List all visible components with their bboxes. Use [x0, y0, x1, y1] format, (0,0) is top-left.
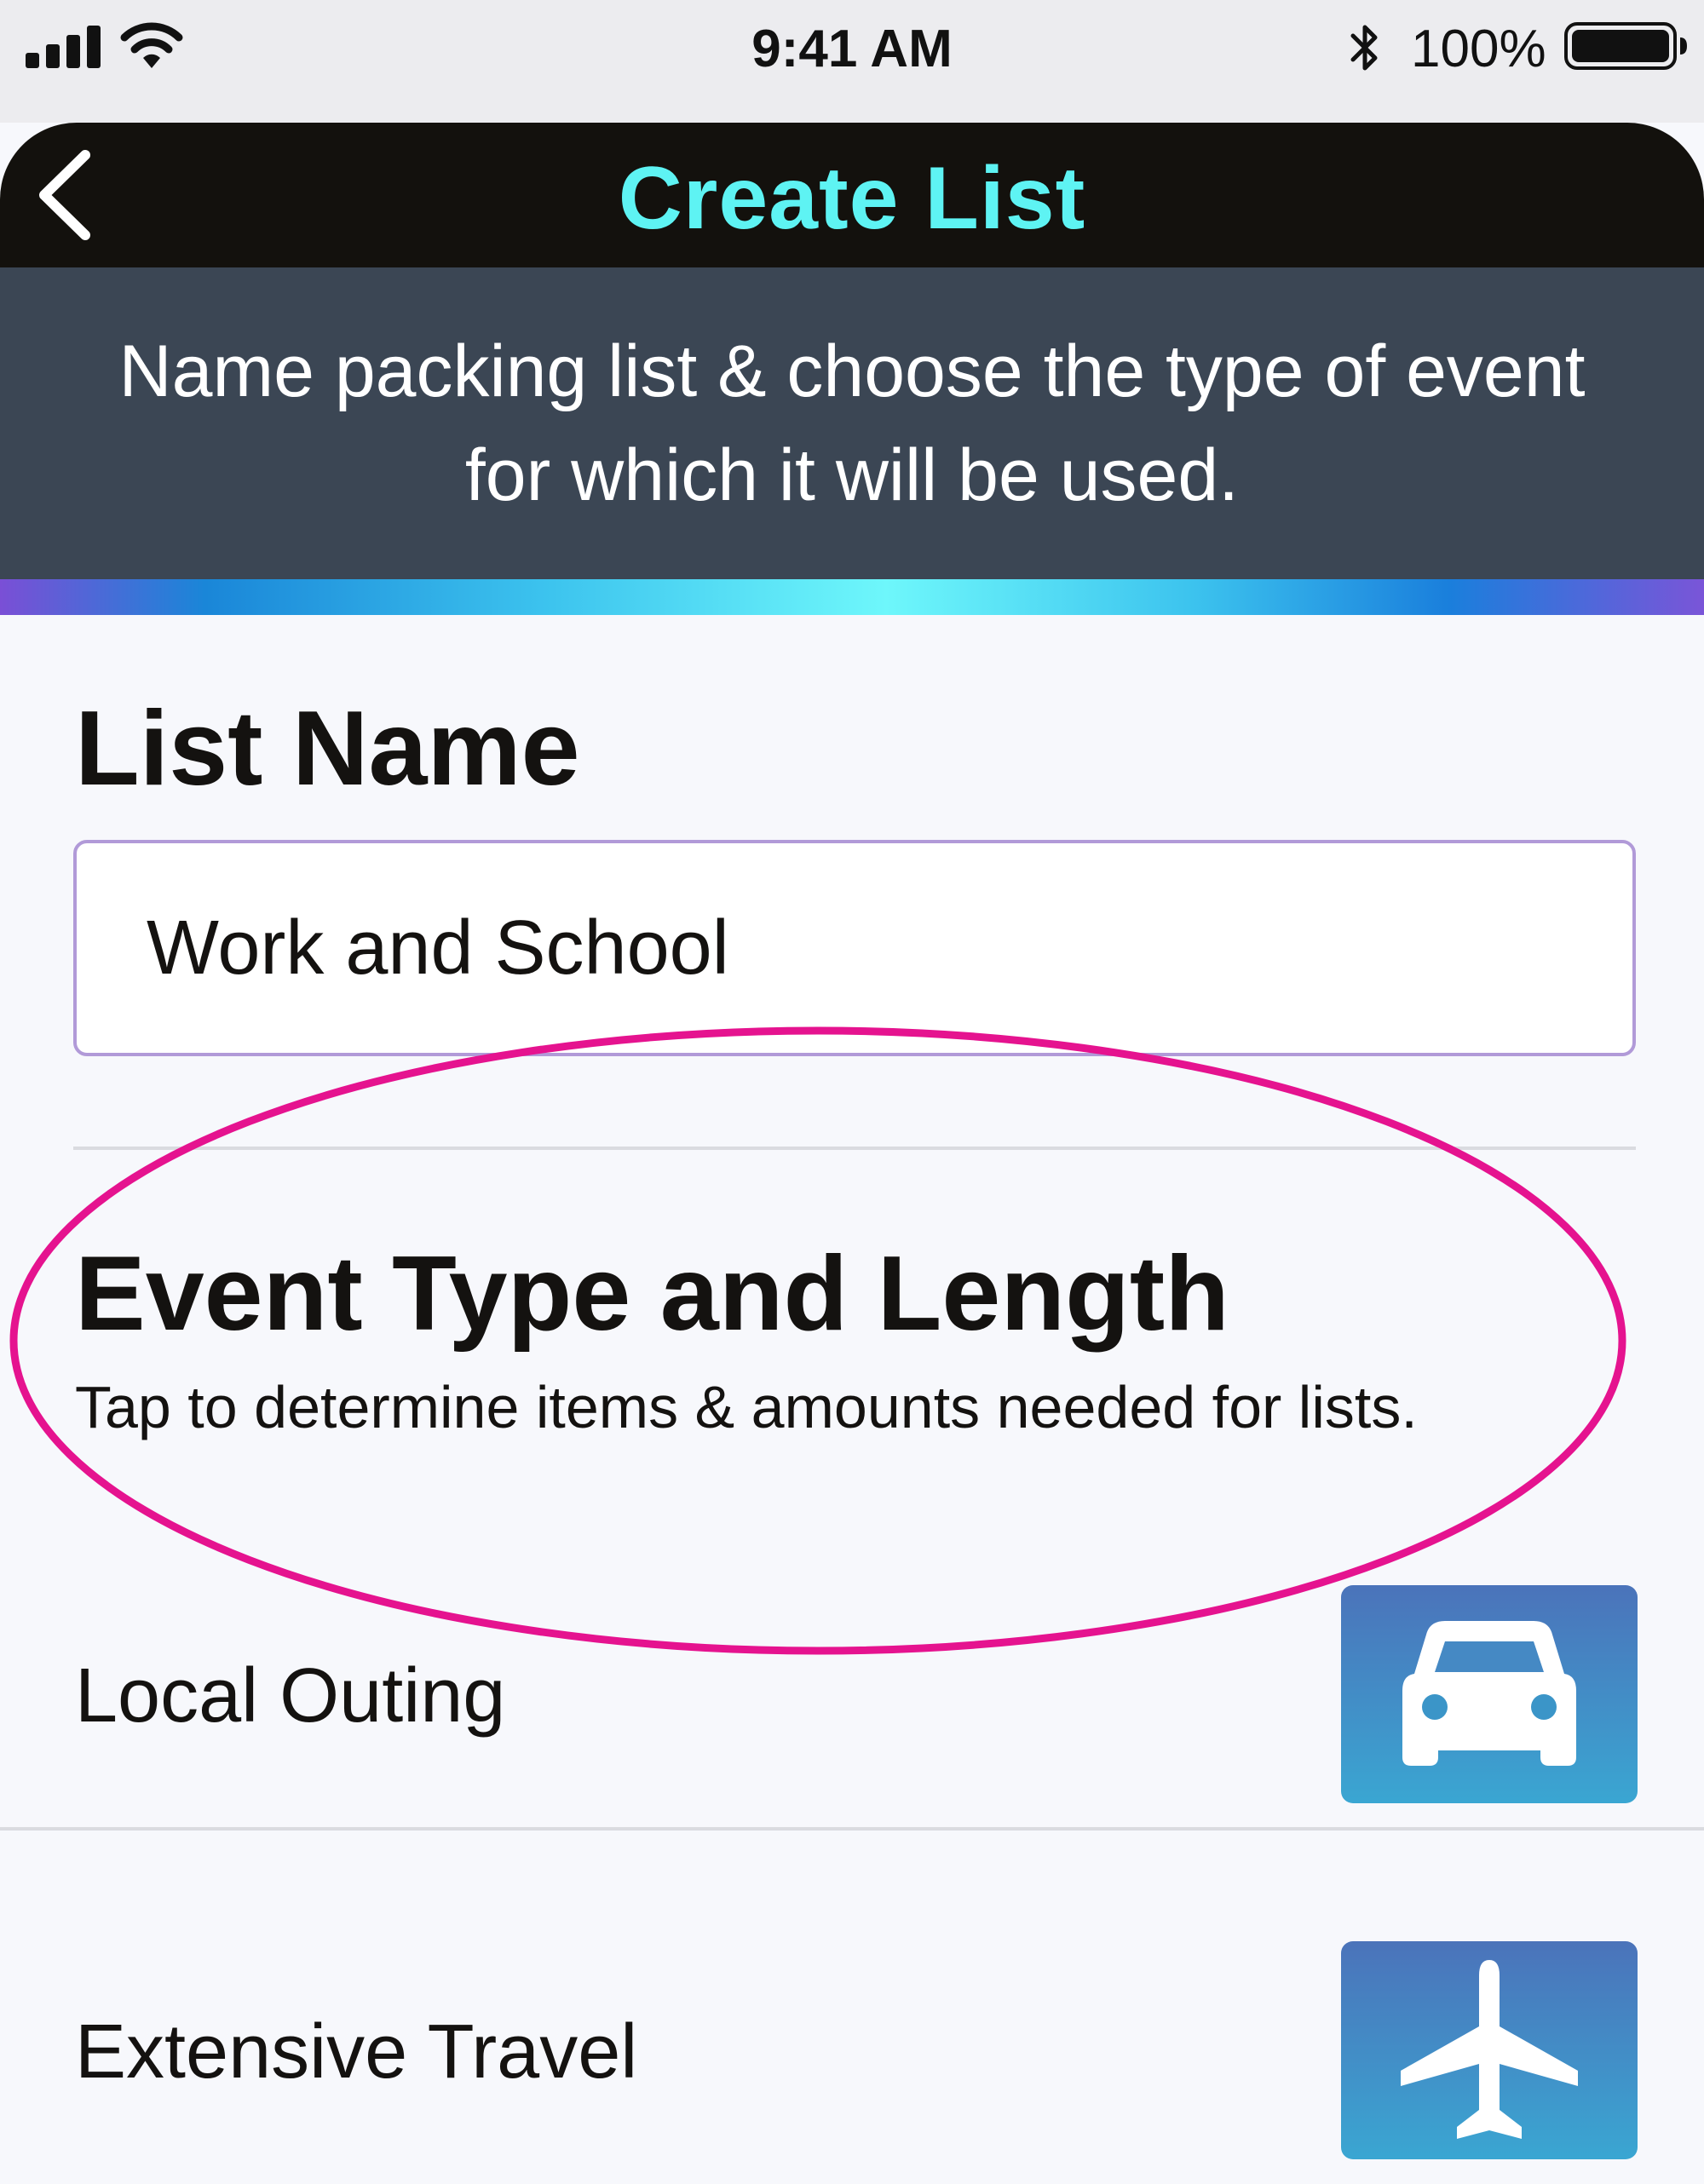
- bluetooth-icon: [1350, 25, 1378, 71]
- event-type-label: Local Outing: [75, 1653, 506, 1739]
- battery-percent: 100%: [1411, 20, 1546, 78]
- event-type-local-outing[interactable]: Local Outing: [0, 1567, 1704, 1823]
- event-type-extensive-travel[interactable]: Extensive Travel: [0, 1923, 1704, 2179]
- instructions-banner: Name packing list & choose the type of e…: [0, 267, 1704, 579]
- page-title: Create List: [618, 149, 1086, 248]
- local-outing-tile[interactable]: [1341, 1585, 1638, 1803]
- airplane-icon: [1401, 1960, 1578, 2139]
- event-type-subtitle: Tap to determine items & amounts needed …: [75, 1374, 1418, 1440]
- nav-bar: Create List: [0, 123, 1704, 267]
- row-divider: [0, 1827, 1704, 1831]
- extensive-travel-tile[interactable]: [1341, 1941, 1638, 2159]
- battery-icon: [1564, 22, 1687, 70]
- status-bar: 9:41 AM 100%: [0, 0, 1704, 123]
- list-name-heading: List Name: [75, 690, 580, 808]
- event-type-heading: Event Type and Length: [75, 1235, 1229, 1353]
- event-type-label: Extensive Travel: [75, 2009, 638, 2095]
- section-divider: [73, 1147, 1636, 1150]
- list-name-input[interactable]: [73, 840, 1636, 1056]
- car-icon: [1402, 1621, 1576, 1766]
- instructions-text: Name packing list & choose the type of e…: [118, 330, 1586, 516]
- create-list-screen: 9:41 AM 100% Create List Name packing li…: [0, 0, 1704, 2184]
- gradient-divider: [0, 579, 1704, 615]
